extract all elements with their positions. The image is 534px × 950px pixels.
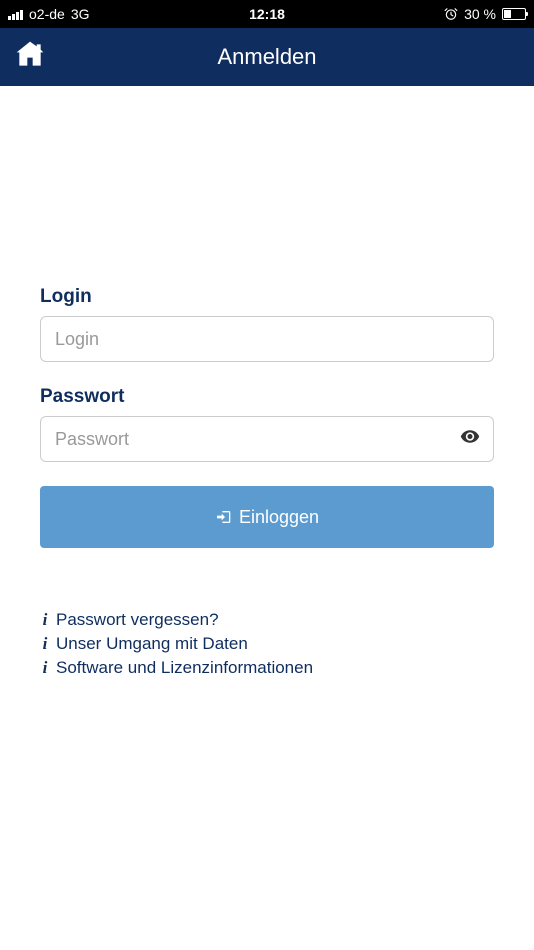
page-title: Anmelden: [217, 44, 316, 70]
login-button[interactable]: Einloggen: [40, 486, 494, 548]
status-bar: o2-de 3G 12:18 30 %: [0, 0, 534, 28]
eye-icon[interactable]: [460, 427, 480, 452]
status-right: 30 %: [444, 6, 526, 22]
forgot-password-label: Passwort vergessen?: [56, 610, 219, 630]
network-label: 3G: [71, 6, 90, 22]
data-handling-link[interactable]: i Unser Umgang mit Daten: [40, 634, 494, 654]
login-label: Login: [40, 286, 494, 308]
links-section: i Passwort vergessen? i Unser Umgang mit…: [40, 610, 494, 678]
info-icon: i: [40, 610, 50, 630]
alarm-icon: [444, 7, 458, 21]
carrier-label: o2-de: [29, 6, 65, 22]
login-button-label: Einloggen: [239, 507, 319, 528]
home-icon[interactable]: [14, 39, 46, 76]
password-input[interactable]: [40, 416, 494, 462]
license-info-label: Software und Lizenzinformationen: [56, 658, 313, 678]
status-left: o2-de 3G: [8, 6, 90, 22]
license-info-link[interactable]: i Software und Lizenzinformationen: [40, 658, 494, 678]
time-label: 12:18: [249, 6, 285, 22]
forgot-password-link[interactable]: i Passwort vergessen?: [40, 610, 494, 630]
info-icon: i: [40, 658, 50, 678]
signal-icon: [8, 8, 23, 20]
login-arrow-icon: [215, 509, 231, 525]
login-form: Login Passwort Einloggen i Passwort verg…: [0, 86, 534, 678]
password-label: Passwort: [40, 386, 494, 408]
data-handling-label: Unser Umgang mit Daten: [56, 634, 248, 654]
battery-icon: [502, 8, 526, 20]
app-header: Anmelden: [0, 28, 534, 86]
battery-label: 30 %: [464, 6, 496, 22]
info-icon: i: [40, 634, 50, 654]
login-input[interactable]: [40, 316, 494, 362]
